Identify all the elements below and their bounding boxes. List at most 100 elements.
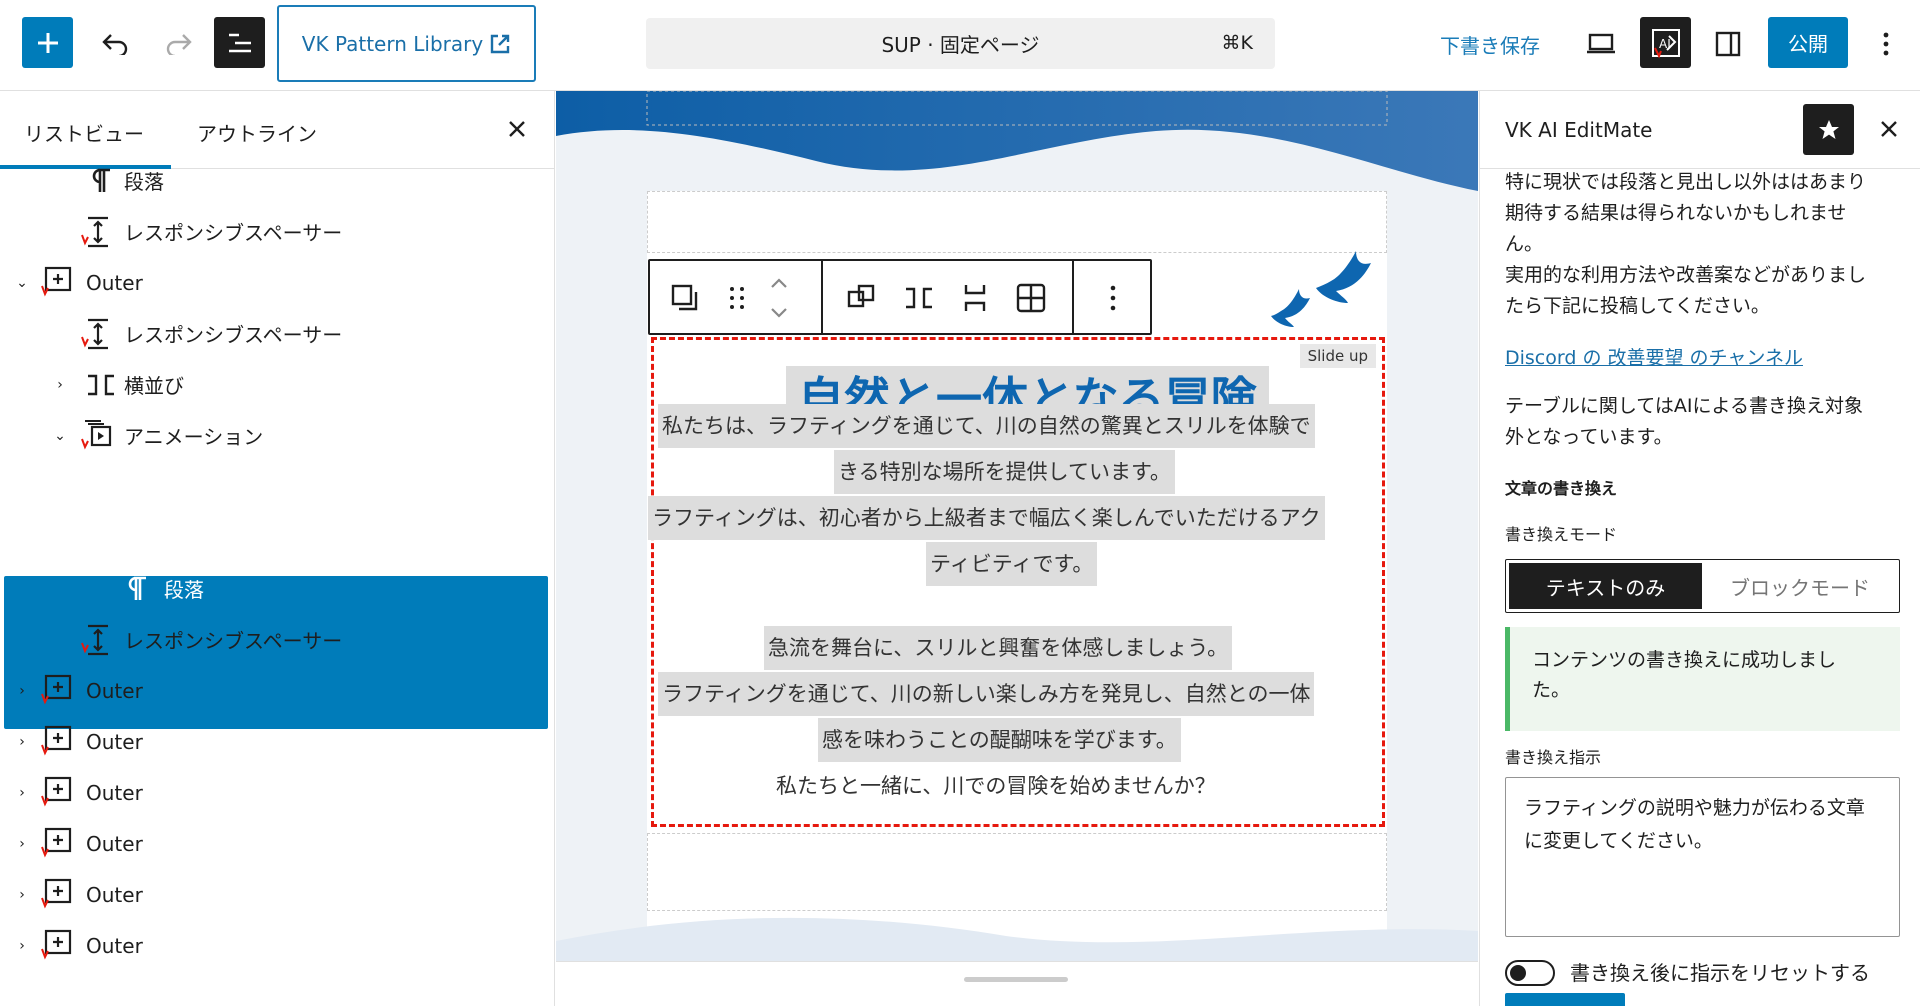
outer-block-icon — [41, 878, 72, 909]
discord-link[interactable]: Discord の 改善要望 のチャンネル — [1505, 347, 1803, 369]
responsive-spacer-icon — [81, 624, 108, 656]
chevron-right-icon[interactable]: › — [52, 377, 68, 393]
more-vertical-icon[interactable] — [1096, 281, 1130, 315]
group-icon[interactable] — [846, 281, 880, 315]
undo-button[interactable] — [96, 23, 136, 63]
paragraph-line[interactable]: ラフティングを通じて、川の新しい楽しみ方を発見し、自然との一体 — [658, 672, 1315, 716]
chevron-right-icon[interactable]: › — [14, 683, 30, 699]
move-up-down-icon[interactable] — [762, 273, 796, 323]
animation-block[interactable]: Slide up 自然と一体となる冒険 私たちは、ラフティングを通じて、川の自然… — [648, 337, 1385, 827]
mode-block-button[interactable]: ブロックモード — [1702, 563, 1898, 609]
chevron-right-icon[interactable]: › — [14, 836, 30, 852]
table-note-line: 外となっています。 — [1505, 426, 1673, 448]
list-item[interactable]: › Outer — [0, 716, 554, 767]
preview-button[interactable] — [1580, 23, 1622, 65]
list-item[interactable]: › Outer — [0, 920, 554, 971]
list-item[interactable]: › Outer — [0, 818, 554, 869]
command-palette[interactable]: SUP · 固定ページ ⌘K — [646, 18, 1275, 69]
row-icon[interactable] — [902, 281, 936, 315]
list-item-label: レスポンシブスペーサー — [124, 221, 343, 245]
responsive-spacer-icon — [81, 318, 108, 350]
settings-sidebar-toggle[interactable] — [1707, 23, 1749, 65]
paragraph-line[interactable]: 急流を舞台に、スリルと興奮を体感しましょう。 — [764, 626, 1233, 670]
table-note: テーブルに関してはAIによる書き換え対象 外となっています。 — [1505, 391, 1863, 453]
chevron-right-icon[interactable]: › — [14, 938, 30, 954]
list-view-toggle[interactable] — [214, 17, 265, 68]
list-item-label: 段落 — [164, 527, 204, 551]
stack-icon[interactable] — [958, 281, 992, 315]
list-item-selected[interactable]: 段落 — [0, 512, 554, 563]
list-item[interactable]: レスポンシブスペーサー — [0, 614, 554, 665]
list-item-label: Outer — [86, 780, 143, 805]
outer-block-icon — [41, 725, 72, 756]
intro-line: 実用的な利用方法や改善案などがありまし — [1505, 264, 1867, 286]
command-shortcut: ⌘K — [1221, 32, 1253, 54]
list-item[interactable]: › Outer — [0, 767, 554, 818]
intro-line: たら下記に投稿してください。 — [1505, 295, 1770, 317]
more-vertical-icon[interactable] — [516, 474, 522, 500]
chevron-right-icon[interactable]: › — [14, 887, 30, 903]
save-draft-button[interactable]: 下書き保存 — [1440, 24, 1540, 64]
list-item-label: Outer — [86, 270, 143, 295]
options-menu-button[interactable] — [1868, 23, 1904, 65]
toolbar-separator — [821, 261, 823, 333]
chevron-right-icon[interactable]: › — [14, 785, 30, 801]
list-item[interactable]: レスポンシブスペーサー — [0, 206, 554, 257]
star-icon — [1818, 119, 1839, 139]
outer-block-icon — [41, 929, 72, 960]
list-item-label: Outer — [86, 678, 143, 703]
table-note-line: テーブルに関してはAIによる書き換え対象 — [1505, 395, 1863, 417]
close-icon[interactable] — [505, 117, 529, 141]
outer-block-icon — [41, 674, 72, 705]
list-item-label: 段落 — [164, 578, 204, 602]
chevron-right-icon[interactable]: › — [14, 734, 30, 750]
list-item[interactable]: レスポンシブスペーサー — [0, 308, 554, 359]
tab-outline[interactable]: アウトライン — [197, 118, 317, 147]
list-item[interactable]: 段落 — [0, 155, 554, 206]
list-item-label: Outer — [86, 831, 143, 856]
editor-header: VK Pattern Library SUP · 固定ページ ⌘K 下書き保存 … — [0, 0, 1920, 91]
mode-text-only-button[interactable]: テキストのみ — [1509, 563, 1702, 609]
list-item[interactable]: ⌄ Outer — [0, 257, 554, 308]
list-item[interactable]: › Outer — [0, 869, 554, 920]
list-item-selected[interactable]: 自然と一体となる冒険 — [0, 461, 554, 512]
list-item[interactable]: ⌄ アニメーション — [0, 410, 554, 461]
paragraph-line[interactable]: 私たちは、ラフティングを通じて、川の自然の驚異とスリルを体験で — [658, 404, 1315, 448]
redo-button[interactable] — [158, 23, 198, 63]
list-item-label: レスポンシブスペーサー — [124, 323, 343, 347]
publish-button[interactable]: 公開 — [1768, 17, 1848, 68]
list-view-icon — [228, 33, 251, 52]
reset-instruction-toggle[interactable] — [1505, 960, 1555, 986]
intro-line: ん。 — [1505, 233, 1544, 255]
rewrite-submit-button[interactable] — [1505, 993, 1625, 1006]
pin-favorite-button[interactable] — [1803, 104, 1854, 155]
close-icon[interactable] — [1877, 117, 1901, 141]
block-type-icon[interactable] — [668, 281, 702, 315]
add-block-button[interactable] — [22, 17, 73, 68]
list-item-label: 段落 — [124, 170, 164, 194]
outer-block-icon — [41, 266, 72, 297]
instruction-textarea[interactable]: ラフティングの説明や魅力が伝わる文章に変更してください。 — [1505, 777, 1900, 937]
paragraph-line[interactable]: 私たちと一緒に、川での冒険を始めませんか？ — [772, 764, 1220, 808]
paragraph-line[interactable]: 感を味わうことの醍醐味を学びます。 — [818, 718, 1181, 762]
paragraph-line[interactable]: ティビティです。 — [926, 542, 1098, 586]
drag-handle-icon[interactable] — [720, 281, 754, 315]
block-toolbar — [648, 259, 1152, 335]
paragraph-line[interactable]: ラフティングは、初心者から上級者まで幅広く楽しんでいただけるアク — [648, 496, 1325, 540]
paragraph-line[interactable]: きる特別な場所を提供しています。 — [834, 450, 1175, 494]
sidebar-header: VK AI EditMate — [1480, 91, 1920, 169]
grid-icon[interactable] — [1014, 281, 1048, 315]
chevron-down-icon[interactable]: ⌄ — [52, 428, 68, 444]
spacer-block[interactable] — [647, 833, 1387, 911]
toolbar-separator — [1072, 261, 1074, 333]
tab-list-view[interactable]: リストビュー — [24, 118, 144, 147]
vk-pattern-library-label: VK Pattern Library — [301, 31, 484, 56]
resize-handle[interactable] — [964, 977, 1068, 982]
vk-pattern-library-button[interactable]: VK Pattern Library — [277, 5, 536, 82]
list-item[interactable]: › Outer — [0, 665, 554, 716]
list-item[interactable]: › 横並び — [0, 359, 554, 410]
chevron-down-icon[interactable]: ⌄ — [14, 275, 30, 291]
vk-ai-editmate-button[interactable]: AI — [1640, 17, 1691, 68]
outer-block-icon — [41, 827, 72, 858]
list-item-selected[interactable]: 段落 — [0, 563, 554, 614]
